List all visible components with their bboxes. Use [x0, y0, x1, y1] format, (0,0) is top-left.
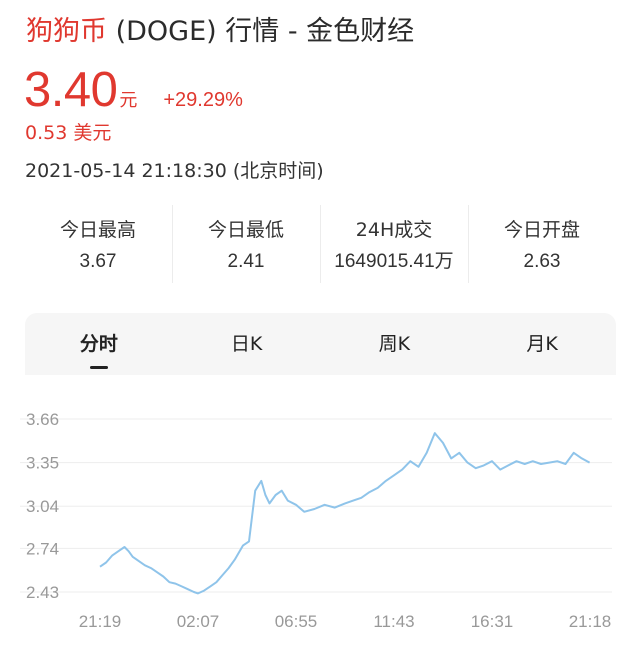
chart-period-tabs: 分时 日K 周K 月K [25, 313, 616, 375]
x-tick-label: 02:07 [177, 612, 220, 631]
stat-value: 2.41 [227, 251, 265, 272]
stat-label: 24H成交 [355, 219, 433, 241]
tab-intraday[interactable]: 分时 [25, 313, 173, 375]
active-tab-indicator [89, 366, 108, 369]
stat-24h-volume: 24H成交 1649015.41万 [320, 205, 468, 283]
x-tick-label: 16:31 [471, 612, 514, 631]
tab-label: 月K [526, 333, 558, 355]
price-line-layer [99, 432, 591, 595]
x-tick-label: 11:43 [373, 612, 414, 631]
stat-value: 3.67 [79, 251, 117, 272]
stat-label: 今日最低 [207, 219, 284, 241]
price-series-line [99, 432, 591, 595]
stat-label: 今日最高 [59, 219, 136, 241]
tab-monthly-k[interactable]: 月K [468, 313, 616, 375]
stats-panel: 今日最高 3.67 今日最低 2.41 24H成交 1649015.41万 今日… [24, 205, 616, 283]
page-title: 狗狗币 (DOGE) 行情 - 金色财经 [26, 14, 414, 50]
stat-value: 1649015.41万 [334, 251, 454, 272]
price-row: 3.40 元 +29.29% [24, 62, 243, 118]
stat-value: 2.63 [523, 251, 561, 272]
y-tick-label: 2.43 [26, 583, 59, 602]
price-unit: 元 [119, 90, 138, 111]
y-tick-label: 3.04 [26, 497, 59, 516]
tab-label: 分时 [79, 333, 118, 355]
x-tick-label: 06:55 [275, 612, 318, 631]
usd-price: 0.53 美元 [25, 122, 112, 144]
y-tick-label: 2.74 [26, 539, 59, 558]
tab-label: 日K [230, 333, 263, 355]
current-price: 3.40 [24, 63, 118, 117]
x-tick-label: 21:18 [569, 612, 612, 631]
y-tick-label: 3.66 [26, 410, 59, 429]
y-tick-label: 3.35 [26, 454, 59, 473]
stat-day-low: 今日最低 2.41 [172, 205, 320, 283]
x-tick-label: 21:19 [79, 612, 122, 631]
stat-day-open: 今日开盘 2.63 [468, 205, 616, 283]
timestamp: 2021-05-14 21:18:30 (北京时间) [25, 160, 324, 182]
tab-weekly-k[interactable]: 周K [321, 313, 469, 375]
title-suffix: (DOGE) 行情 - 金色财经 [107, 16, 415, 47]
stat-label: 今日开盘 [503, 219, 580, 241]
chart-gridlines [20, 418, 612, 593]
x-axis-ticks: 21:19 02:07 06:55 11:43 16:31 21:18 [79, 612, 612, 631]
price-change-percent: +29.29% [163, 89, 243, 111]
intraday-price-chart: 3.66 3.35 3.04 2.74 2.43 21:19 02:07 06:55 11:4… [20, 410, 612, 631]
y-axis-ticks: 3.66 3.35 3.04 2.74 2.43 [26, 410, 59, 602]
tab-daily-k[interactable]: 日K [173, 313, 321, 375]
tab-label: 周K [378, 333, 411, 355]
coin-name: 狗狗币 [26, 16, 107, 47]
stat-day-high: 今日最高 3.67 [24, 205, 172, 283]
